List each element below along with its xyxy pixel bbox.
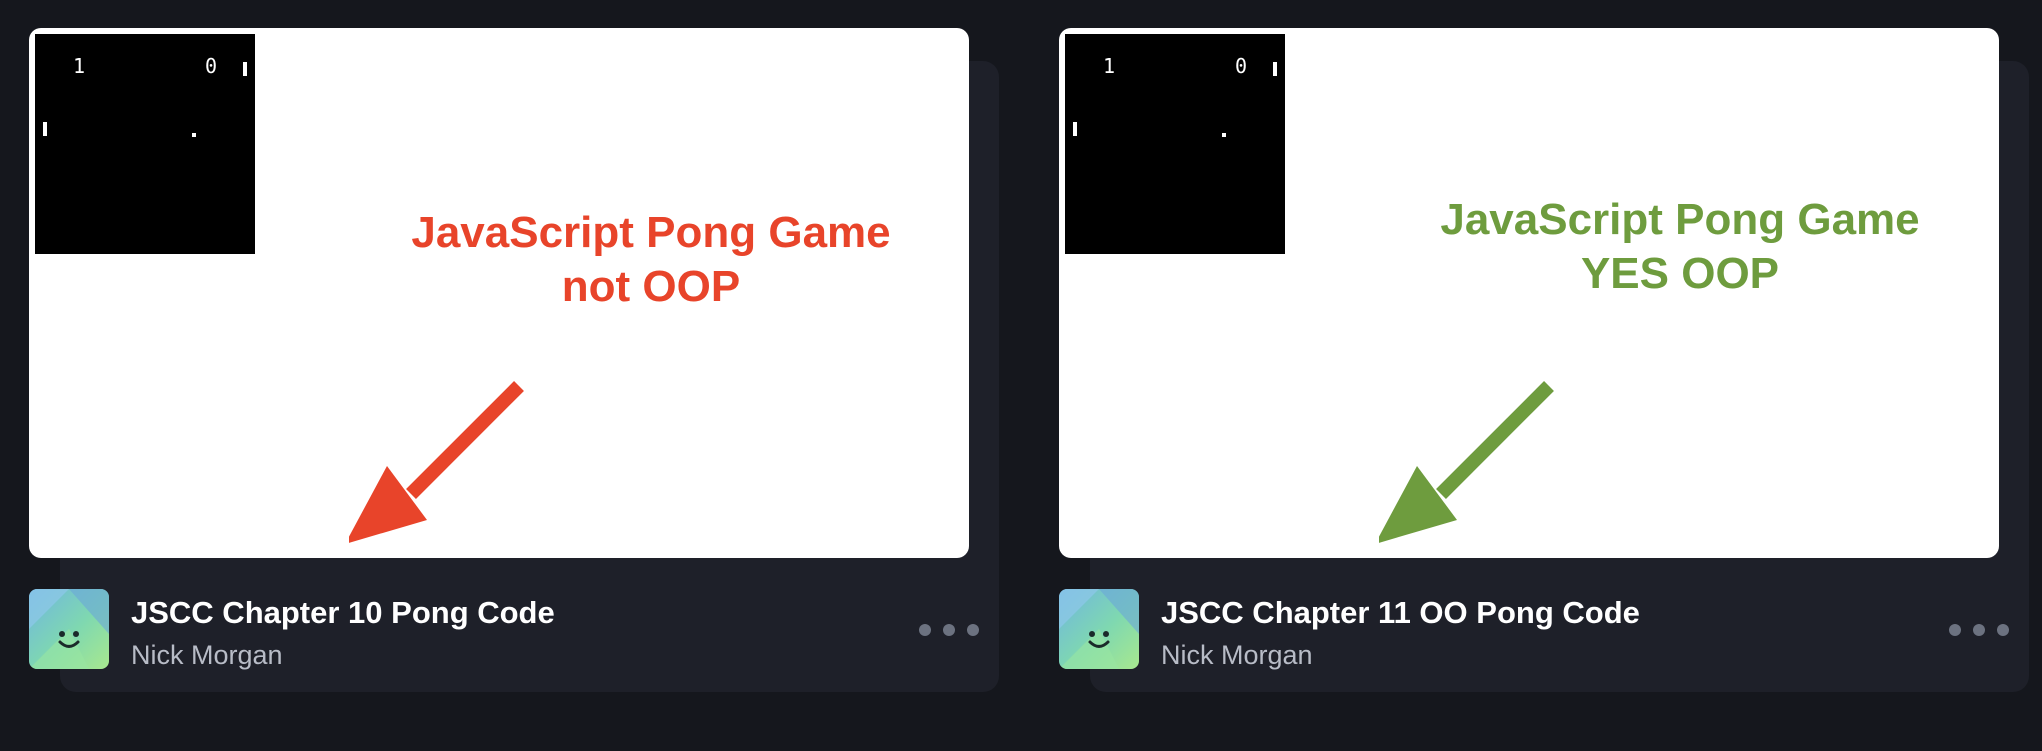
smiley-avatar-icon[interactable] bbox=[1059, 589, 1139, 669]
project-title[interactable]: JSCC Chapter 10 Pong Code bbox=[131, 595, 555, 631]
left-paddle bbox=[43, 122, 47, 136]
caption-line-1: JavaScript Pong Game bbox=[411, 208, 891, 257]
thumbnail-caption: JavaScript Pong Game YES OOP bbox=[1380, 193, 1980, 301]
caption-line-1: JavaScript Pong Game bbox=[1440, 195, 1920, 244]
project-author[interactable]: Nick Morgan bbox=[131, 640, 283, 670]
project-thumbnail[interactable]: 1 0 JavaScript Pong Game not OOP bbox=[29, 28, 969, 558]
more-options-button[interactable] bbox=[919, 615, 979, 645]
project-card[interactable]: 1 0 JavaScript Pong Game YES OOP JSCC Ch… bbox=[1059, 28, 2029, 692]
ball bbox=[192, 133, 196, 137]
score-right: 0 bbox=[205, 54, 218, 78]
caption-line-2: not OOP bbox=[561, 262, 741, 311]
project-author[interactable]: Nick Morgan bbox=[1161, 640, 1313, 670]
project-title[interactable]: JSCC Chapter 11 OO Pong Code bbox=[1161, 595, 1640, 631]
right-paddle bbox=[243, 62, 247, 76]
caption-line-2: YES OOP bbox=[1580, 249, 1780, 298]
pong-game-preview: 1 0 bbox=[1065, 34, 1285, 254]
score-right: 0 bbox=[1235, 54, 1248, 78]
right-paddle bbox=[1273, 62, 1277, 76]
project-meta: JSCC Chapter 11 OO Pong Code Nick Morgan bbox=[1059, 589, 2029, 670]
project-card[interactable]: 1 0 JavaScript Pong Game not OOP JSCC Ch… bbox=[29, 28, 999, 692]
smiley-avatar-icon[interactable] bbox=[29, 589, 109, 669]
thumbnail-caption: JavaScript Pong Game not OOP bbox=[351, 206, 951, 314]
project-meta: JSCC Chapter 10 Pong Code Nick Morgan bbox=[29, 589, 999, 670]
ball bbox=[1222, 133, 1226, 137]
more-horizontal-icon bbox=[1949, 624, 1961, 636]
score-left: 1 bbox=[1103, 54, 1116, 78]
project-grid: 1 0 JavaScript Pong Game not OOP JSCC Ch… bbox=[0, 0, 2042, 751]
arrow-down-left-icon bbox=[1379, 381, 1554, 543]
score-left: 1 bbox=[73, 54, 86, 78]
left-paddle bbox=[1073, 122, 1077, 136]
arrow-down-left-icon bbox=[349, 381, 524, 543]
pong-game-preview: 1 0 bbox=[35, 34, 255, 254]
more-horizontal-icon bbox=[919, 624, 931, 636]
more-options-button[interactable] bbox=[1949, 615, 2009, 645]
project-thumbnail[interactable]: 1 0 JavaScript Pong Game YES OOP bbox=[1059, 28, 1999, 558]
